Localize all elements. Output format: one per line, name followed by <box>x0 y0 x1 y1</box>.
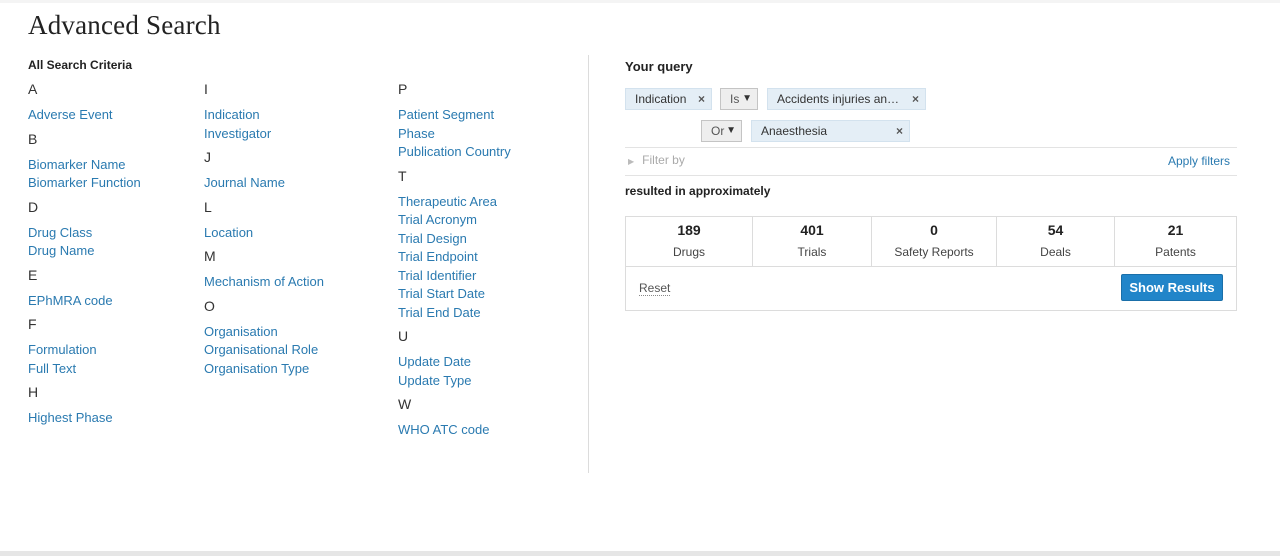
apply-filters-link[interactable]: Apply filters <box>1168 154 1230 168</box>
result-label: Trials <box>797 245 827 259</box>
result-count: 401 <box>800 222 824 238</box>
value-chip-label: Anaesthesia <box>761 124 828 138</box>
letter-heading: L <box>204 198 212 215</box>
criteria-link-formulation[interactable]: Formulation <box>28 341 198 360</box>
result-count: 21 <box>1167 222 1184 238</box>
criteria-link-organisational-role[interactable]: Organisational Role <box>204 341 384 360</box>
criteria-link-highest-phase[interactable]: Highest Phase <box>28 409 198 428</box>
query-title: Your query <box>625 59 693 74</box>
criteria-heading: All Search Criteria <box>28 58 133 72</box>
criteria-link-organisation-type[interactable]: Organisation Type <box>204 360 384 379</box>
result-deals[interactable]: 54 Deals <box>997 217 1115 266</box>
letter-heading: M <box>204 248 216 264</box>
divider <box>626 266 1236 267</box>
criteria-link-drug-class[interactable]: Drug Class <box>28 224 198 243</box>
criteria-link-trial-end-date[interactable]: Trial End Date <box>398 304 578 323</box>
page-title: Advanced Search <box>28 10 221 40</box>
show-results-button[interactable]: Show Results <box>1121 274 1223 301</box>
result-patents[interactable]: 21 Patents <box>1115 217 1236 266</box>
filter-by-label: Filter by <box>642 153 685 167</box>
reset-link[interactable]: Reset <box>639 281 671 296</box>
criteria-link-trial-design[interactable]: Trial Design <box>398 230 578 249</box>
criteria-link-trial-identifier[interactable]: Trial Identifier <box>398 267 578 286</box>
criteria-link-biomarker-name[interactable]: Biomarker Name <box>28 156 198 175</box>
criteria-link-ephmra-code[interactable]: EPhMRA code <box>28 292 198 311</box>
criteria-link-therapeutic-area[interactable]: Therapeutic Area <box>398 193 578 212</box>
criteria-link-trial-start-date[interactable]: Trial Start Date <box>398 285 578 304</box>
letter-heading: B <box>28 130 38 147</box>
criteria-link-mechanism-of-action[interactable]: Mechanism of Action <box>204 273 384 292</box>
letter-heading: H <box>28 384 39 400</box>
criteria-link-journal-name[interactable]: Journal Name <box>204 174 384 193</box>
criteria-column-1: A Adverse Event B Biomarker Name Biomarker F… <box>28 80 198 428</box>
criteria-link-adverse-event[interactable]: Adverse Event <box>28 106 198 125</box>
criteria-link-trial-acronym[interactable]: Trial Acronym <box>398 211 578 230</box>
result-label: Drugs <box>672 245 705 259</box>
remove-icon[interactable]: × <box>698 89 705 109</box>
top-border <box>0 0 1280 3</box>
criteria-link-indication[interactable]: Indication <box>204 106 384 125</box>
letter-heading: E <box>28 266 38 283</box>
value-chip-accidents[interactable]: Accidents injuries an… × <box>767 88 926 110</box>
divider <box>625 147 1237 148</box>
criteria-link-who-atc-code[interactable]: WHO ATC code <box>398 421 578 440</box>
criteria-link-update-type[interactable]: Update Type <box>398 372 578 391</box>
letter-heading: A <box>28 81 38 97</box>
result-count: 0 <box>930 222 938 238</box>
chevron-right-icon: ▶ <box>628 157 635 166</box>
result-label: Patents <box>1155 245 1196 259</box>
operator-dropdown[interactable]: Is ▼ <box>720 88 758 110</box>
criteria-link-location[interactable]: Location <box>204 224 384 243</box>
letter-heading: D <box>28 198 39 215</box>
letter-heading: W <box>398 396 412 412</box>
criteria-column-2: I Indication Investigator J Journal Name L Loc… <box>204 80 384 378</box>
divider <box>625 175 1237 176</box>
criteria-link-biomarker-function[interactable]: Biomarker Function <box>28 174 198 193</box>
letter-heading: J <box>204 149 211 165</box>
result-label: Safety Reports <box>894 245 974 259</box>
criteria-link-investigator[interactable]: Investigator <box>204 125 384 144</box>
operator-label: Is <box>730 92 740 106</box>
result-count: 189 <box>677 222 701 238</box>
vertical-divider <box>588 55 589 473</box>
value-chip-label: Accidents injuries an… <box>777 92 900 106</box>
criteria-link-phase[interactable]: Phase <box>398 125 578 144</box>
letter-heading: T <box>398 167 407 184</box>
results-box: 189 Drugs 401 Trials 0 Safety Reports 54… <box>625 216 1237 311</box>
letter-heading: U <box>398 328 409 344</box>
criteria-link-update-date[interactable]: Update Date <box>398 353 578 372</box>
resulted-text: resulted in approximately <box>625 184 771 198</box>
result-count: 54 <box>1047 222 1064 238</box>
result-label: Deals <box>1040 245 1071 259</box>
connector-dropdown[interactable]: Or ▼ <box>701 120 742 142</box>
result-drugs[interactable]: 189 Drugs <box>626 217 753 266</box>
chevron-down-icon: ▼ <box>742 93 752 104</box>
result-trials[interactable]: 401 Trials <box>753 217 872 266</box>
letter-heading: I <box>204 81 208 97</box>
letter-heading: P <box>398 81 408 97</box>
field-chip-label: Indication <box>635 92 687 106</box>
criteria-link-trial-endpoint[interactable]: Trial Endpoint <box>398 248 578 267</box>
criteria-link-organisation[interactable]: Organisation <box>204 323 384 342</box>
criteria-column-3: P Patient Segment Phase Publication Country… <box>398 80 578 440</box>
criteria-link-patient-segment[interactable]: Patient Segment <box>398 106 578 125</box>
criteria-link-drug-name[interactable]: Drug Name <box>28 242 198 261</box>
criteria-link-publication-country[interactable]: Publication Country <box>398 143 578 162</box>
criteria-link-full-text[interactable]: Full Text <box>28 360 198 379</box>
field-chip-indication[interactable]: Indication × <box>625 88 712 110</box>
connector-label: Or <box>711 124 725 138</box>
letter-heading: O <box>204 297 215 314</box>
remove-icon[interactable]: × <box>912 89 919 109</box>
value-chip-anaesthesia[interactable]: Anaesthesia × <box>751 120 910 142</box>
result-safety-reports[interactable]: 0 Safety Reports <box>872 217 997 266</box>
bottom-border <box>0 551 1280 556</box>
letter-heading: F <box>28 316 37 332</box>
filter-by-toggle[interactable]: ▶ Filter by <box>628 153 685 167</box>
remove-icon[interactable]: × <box>896 121 903 141</box>
chevron-down-icon: ▼ <box>726 125 736 136</box>
